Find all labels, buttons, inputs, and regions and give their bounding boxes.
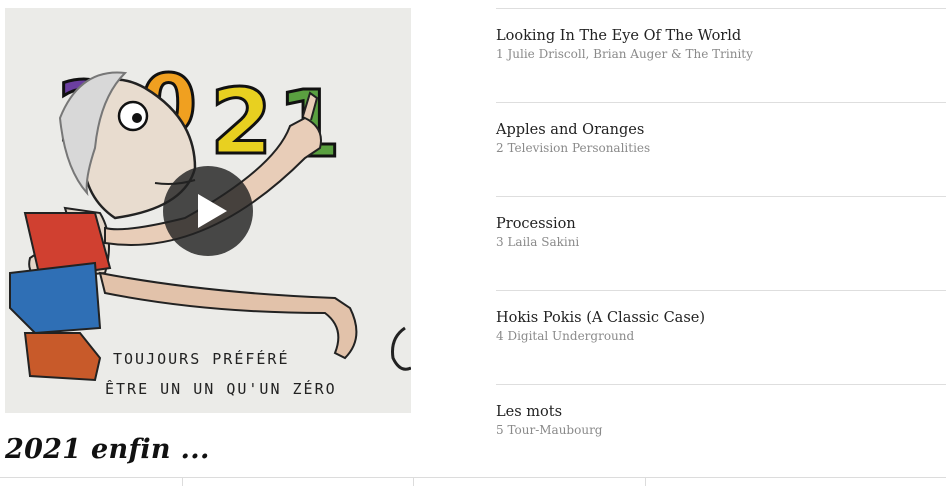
playlist-track[interactable]: Looking In The Eye Of The World 1 Julie … [496,8,946,102]
track-title: Les mots [496,404,563,420]
track-number-artist: 5 Tour-Maubourg [496,423,603,437]
divider-tick [182,477,183,486]
cover-artwork[interactable]: 2 0 2 1 TOUJOURS PRÉFÉRÉ ÊTRE UN UN QU'U… [5,8,411,413]
track-title: Apples and Oranges [496,122,645,138]
playlist-track[interactable]: Apples and Oranges 2 Television Personal… [496,102,946,196]
track-number-artist: 1 Julie Driscoll, Brian Auger & The Trin… [496,47,753,61]
track-number-artist: 4 Digital Underground [496,329,635,343]
play-icon [198,194,227,228]
figure-pupil [132,113,142,123]
artwork-caption-line-1: TOUJOURS PRÉFÉRÉ [113,349,290,368]
divider-tick [645,477,646,486]
playlist-track[interactable]: Procession 3 Laila Sakini [496,196,946,290]
page-title: 2021 enfin ... [5,434,210,465]
playlist: Looking In The Eye Of The World 1 Julie … [496,8,946,478]
playlist-track[interactable]: Hokis Pokis (A Classic Case) 4 Digital U… [496,290,946,384]
divider-tick [413,477,414,486]
playlist-track[interactable]: Les mots 5 Tour-Maubourg [496,384,946,478]
figure-pants [9,261,102,335]
track-title: Looking In The Eye Of The World [496,28,742,44]
track-number-artist: 2 Television Personalities [496,141,651,155]
play-button[interactable] [163,166,253,256]
track-title: Procession [496,216,576,232]
artwork-caption-line-2: ÊTRE UN UN QU'UN ZÉRO [105,379,337,398]
digit-2-second: 2 [210,70,273,175]
track-title: Hokis Pokis (A Classic Case) [496,310,706,326]
track-number-artist: 3 Laila Sakini [496,235,580,249]
